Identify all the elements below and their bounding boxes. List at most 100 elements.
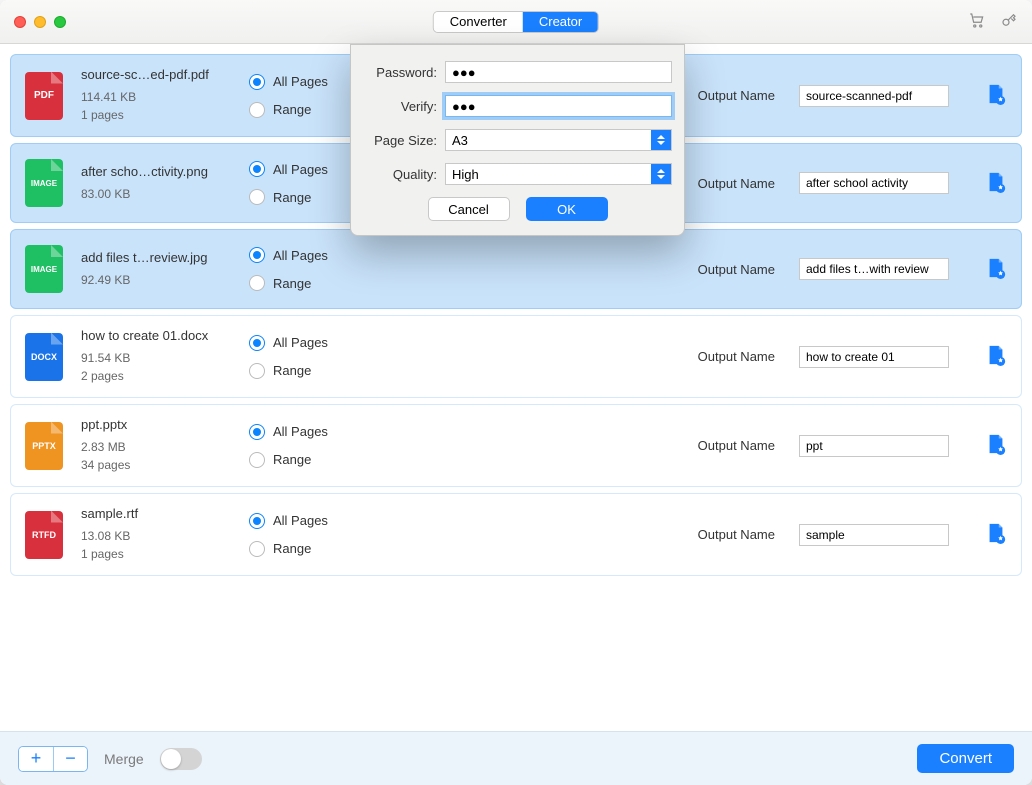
all-pages-label: All Pages [273,74,328,89]
file-size: 13.08 KB [81,527,231,545]
file-settings-icon[interactable] [985,83,1007,108]
range-label: Range [273,541,311,556]
file-type-icon: IMAGE [25,159,63,207]
range-radio[interactable]: Range [249,541,439,557]
file-type-icon: PPTX [25,422,63,470]
all-pages-label: All Pages [273,248,328,263]
file-size: 114.41 KB [81,88,231,106]
output-name-label: Output Name [698,176,775,191]
zoom-window-button[interactable] [54,16,66,28]
all-pages-radio[interactable]: All Pages [249,335,439,351]
output-name-input[interactable] [799,524,949,546]
range-radio[interactable]: Range [249,275,439,291]
page-selection: All Pages Range [249,247,439,291]
verify-field[interactable] [445,95,672,117]
file-name: after scho…ctivity.png [81,164,231,179]
range-radio[interactable]: Range [249,452,439,468]
radio-dot-icon [249,275,265,291]
file-type-icon: PDF [25,72,63,120]
output-name-label: Output Name [698,262,775,277]
output-name-input[interactable] [799,85,949,107]
radio-dot-icon [249,102,265,118]
tab-creator[interactable]: Creator [523,12,598,32]
all-pages-label: All Pages [273,424,328,439]
radio-dot-icon [249,335,265,351]
file-settings-icon[interactable] [985,433,1007,458]
tab-converter[interactable]: Converter [434,12,523,32]
cart-icon[interactable] [968,11,986,32]
merge-toggle[interactable] [160,748,202,770]
key-icon[interactable] [1000,11,1018,32]
radio-dot-icon [249,247,265,263]
output-name-input[interactable] [799,346,949,368]
range-label: Range [273,276,311,291]
file-meta: source-sc…ed-pdf.pdf114.41 KB1 pages [81,67,231,124]
quality-select[interactable]: High [445,163,672,185]
file-name: sample.rtf [81,506,231,521]
convert-button[interactable]: Convert [917,744,1014,773]
file-settings-icon[interactable] [985,522,1007,547]
file-meta: sample.rtf 13.08 KB1 pages [81,506,231,563]
file-name: how to create 01.docx [81,328,231,343]
file-meta: how to create 01.docx91.54 KB2 pages [81,328,231,385]
settings-dialog: Password: Verify: Page Size: A3 Quality:… [350,44,685,236]
remove-file-button[interactable]: − [53,747,87,771]
output-name-input[interactable] [799,172,949,194]
output-name-label: Output Name [698,88,775,103]
merge-label: Merge [104,751,144,767]
password-label: Password: [363,65,437,80]
page-selection: All Pages Range [249,424,439,468]
output-name-input[interactable] [799,435,949,457]
file-pages: 1 pages [81,545,231,563]
cancel-button[interactable]: Cancel [428,197,510,221]
page-selection: All Pages Range [249,335,439,379]
all-pages-radio[interactable]: All Pages [249,247,439,263]
output-name-label: Output Name [698,527,775,542]
radio-dot-icon [249,424,265,440]
radio-dot-icon [249,74,265,90]
range-radio[interactable]: Range [249,363,439,379]
minimize-window-button[interactable] [34,16,46,28]
page-size-label: Page Size: [363,133,437,148]
page-selection: All Pages Range [249,513,439,557]
add-remove-group: + − [18,746,88,772]
range-label: Range [273,452,311,467]
output-name-input[interactable] [799,258,949,280]
page-size-select[interactable]: A3 [445,129,672,151]
file-size: 91.54 KB [81,349,231,367]
output-name-label: Output Name [698,438,775,453]
verify-label: Verify: [363,99,437,114]
ok-button[interactable]: OK [526,197,608,221]
file-meta: ppt.pptx2.83 MB34 pages [81,417,231,474]
output-name-label: Output Name [698,349,775,364]
all-pages-radio[interactable]: All Pages [249,424,439,440]
file-name: source-sc…ed-pdf.pdf [81,67,231,82]
all-pages-label: All Pages [273,513,328,528]
file-settings-icon[interactable] [985,257,1007,282]
all-pages-radio[interactable]: All Pages [249,513,439,529]
chevron-updown-icon [651,164,671,184]
close-window-button[interactable] [14,16,26,28]
window-controls [14,16,66,28]
file-size: 2.83 MB [81,438,231,456]
chevron-updown-icon [651,130,671,150]
radio-dot-icon [249,363,265,379]
file-settings-icon[interactable] [985,344,1007,369]
file-row[interactable]: DOCXhow to create 01.docx91.54 KB2 pages… [10,315,1022,398]
file-settings-icon[interactable] [985,171,1007,196]
quality-label: Quality: [363,167,437,182]
radio-dot-icon [249,161,265,177]
file-row[interactable]: PPTX ppt.pptx2.83 MB34 pages All Pages Rang… [10,404,1022,487]
radio-dot-icon [249,513,265,529]
add-file-button[interactable]: + [19,747,53,771]
bottom-toolbar: + − Merge Convert [0,731,1032,785]
file-size: 92.49 KB [81,271,231,289]
file-name: add files t…review.jpg [81,250,231,265]
file-meta: add files t…review.jpg 92.49 KB [81,250,231,289]
password-field[interactable] [445,61,672,83]
file-row[interactable]: RTFDsample.rtf13.08 KB1 pagesAll PagesRa… [10,493,1022,576]
file-meta: after scho…ctivity.png83.00 KB [81,164,231,203]
titlebar: Converter Creator [0,0,1032,44]
radio-dot-icon [249,541,265,557]
file-row[interactable]: IMAGEadd files t…review.jpg92.49 KBAll P… [10,229,1022,309]
